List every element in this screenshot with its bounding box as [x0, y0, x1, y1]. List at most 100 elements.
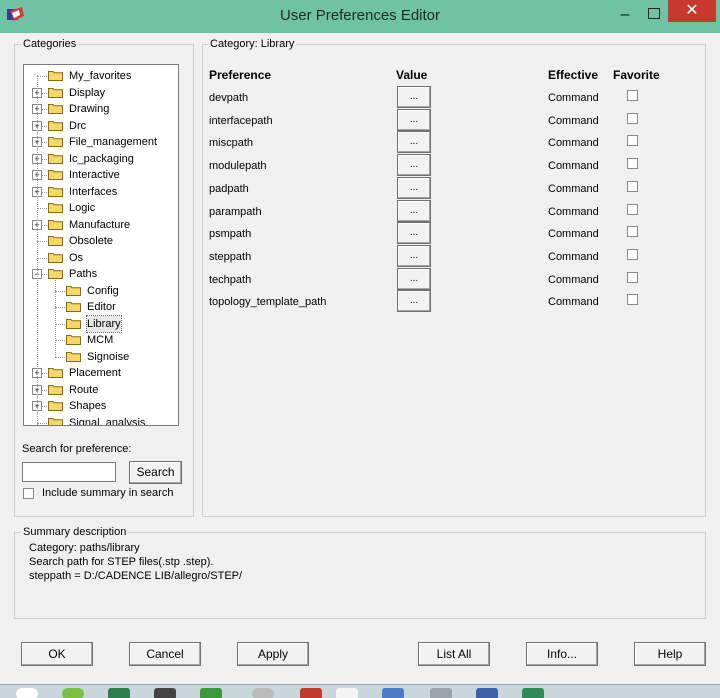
include-summary-checkbox[interactable]	[23, 488, 34, 499]
favorite-checkbox-interfacepath[interactable]	[627, 112, 638, 124]
preference-name-psmpath: psmpath	[209, 228, 252, 241]
tree-connector-line	[55, 280, 56, 357]
tree-item-label: My_favorites	[69, 70, 132, 82]
search-label: Search for preference:	[22, 443, 132, 455]
tree-connector-line	[37, 208, 47, 209]
tree-item-display[interactable]: + Display	[24, 85, 178, 101]
search-button[interactable]: Search	[129, 461, 182, 484]
folder-icon	[48, 186, 63, 197]
tree-item-interactive[interactable]: + Interactive	[24, 167, 178, 183]
tree-item-placement[interactable]: + Placement	[24, 365, 178, 381]
tree-item-label: Drawing	[69, 103, 110, 115]
search-input[interactable]	[22, 462, 116, 482]
preference-name-topology-template-path: topology_template_path	[209, 296, 327, 309]
tree-item-interfaces[interactable]: + Interfaces	[24, 184, 178, 200]
tree-item-label: Paths	[69, 268, 98, 280]
favorite-checkbox-topology-template-path[interactable]	[627, 294, 638, 306]
tree-item-label: Signal_analysis	[69, 416, 146, 426]
folder-icon	[66, 334, 81, 345]
tree-item-route[interactable]: + Route	[24, 382, 178, 398]
tree-item-mcm[interactable]: MCM	[24, 332, 178, 348]
tree-connector-line	[55, 307, 65, 308]
tree-connector-line	[37, 75, 38, 425]
favorite-checkbox-modulepath[interactable]	[627, 158, 638, 170]
summary-line-category: Category: paths/library	[29, 542, 140, 554]
folder-icon	[66, 351, 81, 362]
value-browse-button-devpath[interactable]: ...	[397, 86, 431, 108]
tree-item-config[interactable]: Config	[24, 283, 178, 299]
effective-header: Effective	[548, 68, 599, 82]
tree-item-shapes[interactable]: + Shapes	[24, 398, 178, 414]
preference-name-parampath: parampath	[209, 205, 262, 218]
favorite-checkbox-parampath[interactable]	[627, 203, 638, 215]
folder-icon	[48, 219, 63, 230]
tree-connector-line	[55, 323, 65, 325]
value-browse-button-psmpath[interactable]: ...	[397, 222, 431, 245]
title-bar[interactable]: User Preferences Editor – ✕	[0, 0, 720, 33]
value-browse-button-parampath[interactable]: ...	[397, 199, 431, 222]
tree-item-signal-analysis[interactable]: Signal_analysis	[24, 415, 178, 426]
tree-item-label: Manufacture	[69, 218, 131, 231]
tree-item-drawing[interactable]: + Drawing	[24, 101, 178, 117]
effective-value-parampath: Command	[548, 205, 599, 218]
value-browse-button-padpath[interactable]: ...	[397, 176, 431, 199]
summary-line-value: steppath = D:/CADENCE LIB/allegro/STEP/	[29, 570, 243, 582]
tree-item-ic-packaging[interactable]: + Ic_packaging	[24, 151, 178, 167]
tree-item-label: Shapes	[69, 400, 107, 412]
tree-item-obsolete[interactable]: Obsolete	[24, 233, 178, 249]
tree-item-file-management[interactable]: + File_management	[24, 134, 178, 150]
tree-item-label: Signoise	[87, 350, 130, 363]
folder-icon	[48, 153, 63, 164]
favorite-checkbox-psmpath[interactable]	[627, 226, 638, 238]
preference-name-modulepath: modulepath	[209, 160, 267, 173]
value-browse-button-miscpath[interactable]: ...	[397, 131, 431, 154]
value-browse-button-interfacepath[interactable]: ...	[397, 108, 431, 131]
favorite-checkbox-techpath[interactable]	[627, 271, 638, 283]
tree-connector-line	[37, 422, 47, 424]
info-button[interactable]: Info...	[526, 642, 598, 666]
tree-item-my-favorites[interactable]: My_favorites	[24, 68, 178, 84]
folder-icon	[66, 318, 81, 329]
tree-item-library[interactable]: Library	[24, 314, 178, 333]
tree-item-label: Config	[87, 284, 119, 297]
apply-button[interactable]: Apply	[237, 642, 309, 666]
tree-item-logic[interactable]: Logic	[24, 200, 178, 216]
folder-icon	[48, 268, 63, 279]
tree-item-manufacture[interactable]: + Manufacture	[24, 217, 178, 233]
value-browse-button-topology-template-path[interactable]: ...	[397, 290, 431, 313]
ok-button[interactable]: OK	[21, 642, 93, 666]
tree-item-label: Interactive	[69, 169, 120, 181]
taskbar	[0, 684, 720, 698]
tree-item-os[interactable]: Os	[24, 250, 178, 266]
tree-item-label: Os	[69, 251, 84, 264]
category-tree[interactable]: My_favorites + Display + Drawing + Drc + File_ma…	[23, 64, 179, 426]
summary-line-description: Search path for STEP files(.stp .step).	[29, 556, 214, 568]
close-button[interactable]: ✕	[668, 0, 716, 22]
effective-value-padpath: Command	[548, 182, 599, 195]
favorite-checkbox-miscpath[interactable]	[627, 135, 638, 147]
list-all-button[interactable]: List All	[418, 642, 490, 666]
value-browse-button-techpath[interactable]: ...	[397, 267, 431, 290]
effective-value-psmpath: Command	[548, 228, 599, 241]
favorite-checkbox-steppath[interactable]	[627, 248, 638, 260]
favorite-checkbox-padpath[interactable]	[627, 180, 638, 192]
help-button[interactable]: Help	[634, 642, 706, 666]
value-browse-button-steppath[interactable]: ...	[397, 244, 431, 267]
tree-item-label: Placement	[69, 367, 121, 379]
tree-item-label: Ic_packaging	[69, 152, 134, 165]
tree-item-paths[interactable]: − Paths	[24, 266, 178, 282]
tree-item-drc[interactable]: + Drc	[24, 118, 178, 134]
preference-header: Preference	[209, 68, 272, 82]
folder-icon	[66, 301, 81, 312]
minimize-button[interactable]: –	[611, 4, 639, 26]
tree-item-label: Editor	[87, 301, 116, 313]
favorite-checkbox-devpath[interactable]	[627, 90, 638, 101]
tree-item-editor[interactable]: Editor	[24, 299, 178, 315]
tree-item-label: File_management	[69, 136, 158, 148]
cancel-button[interactable]: Cancel	[129, 642, 201, 666]
value-browse-button-modulepath[interactable]: ...	[397, 154, 431, 177]
tree-connector-line	[37, 76, 47, 77]
tree-item-signoise[interactable]: Signoise	[24, 349, 178, 365]
maximize-button[interactable]	[640, 4, 668, 26]
folder-icon	[48, 252, 63, 263]
